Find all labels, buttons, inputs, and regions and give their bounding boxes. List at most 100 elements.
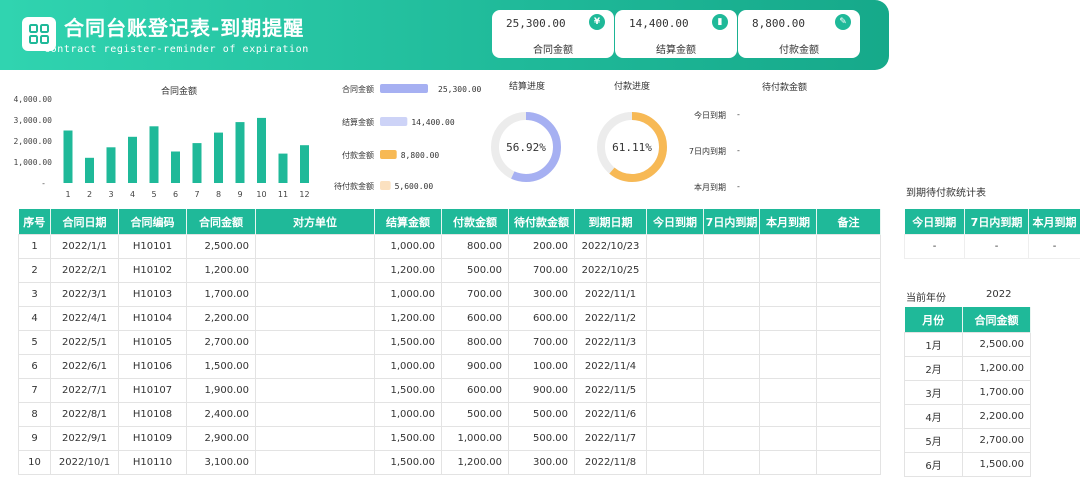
table-cell — [647, 355, 704, 379]
table-row: 3月1,700.00 — [905, 381, 1031, 405]
table-cell — [704, 259, 760, 283]
stat-cell: - — [1029, 235, 1080, 259]
table-cell: 9 — [19, 427, 51, 451]
table-row: 4月2,200.00 — [905, 405, 1031, 429]
table-cell: H10109 — [119, 427, 187, 451]
bar — [128, 137, 137, 183]
table-cell — [256, 259, 375, 283]
table-row: 22022/2/1H101021,200.001,200.00500.00700… — [19, 259, 881, 283]
hbar — [380, 84, 428, 93]
kpi-card-contract: 25,300.00 ¥ 合同金额 — [492, 10, 614, 58]
table-row: 2月1,200.00 — [905, 357, 1031, 381]
table-row: 82022/8/1H101082,400.001,000.00500.00500… — [19, 403, 881, 427]
table-cell: 2022/11/5 — [575, 379, 647, 403]
table-cell: H10104 — [119, 307, 187, 331]
x-tick-label: 7 — [194, 190, 199, 199]
table-cell — [760, 283, 817, 307]
kpi-value: 25,300.00 — [506, 17, 566, 30]
table-cell: H10102 — [119, 259, 187, 283]
kpi-label: 付款金额 — [738, 41, 860, 56]
bar — [214, 133, 223, 183]
table-cell — [817, 451, 881, 475]
payment-progress-title: 付款进度 — [614, 79, 650, 92]
table-cell: 2,900.00 — [187, 427, 256, 451]
bar — [64, 131, 73, 184]
table-cell: 300.00 — [509, 451, 575, 475]
table-cell: 1,700.00 — [963, 381, 1031, 405]
table-cell: 700.00 — [442, 283, 509, 307]
table-cell: 1,500.00 — [375, 379, 442, 403]
col-header: 对方单位 — [256, 209, 375, 235]
amount-hbar-chart: 合同金额25,300.00结算金额14,400.00付款金额8,800.00待付… — [320, 80, 495, 195]
table-cell — [817, 331, 881, 355]
table-cell — [256, 307, 375, 331]
table-cell: 3 — [19, 283, 51, 307]
hbar-value-label: 8,800.00 — [401, 151, 440, 160]
table-row: 102022/10/1H101103,100.001,500.001,200.0… — [19, 451, 881, 475]
table-cell: 1,200.00 — [442, 451, 509, 475]
hbar-category-label: 付款金额 — [342, 150, 374, 160]
table-cell — [817, 283, 881, 307]
bar — [300, 145, 309, 183]
pending-label-month: 本月到期 — [656, 182, 726, 193]
table-cell: 1,500.00 — [375, 451, 442, 475]
x-tick-label: 2 — [87, 190, 92, 199]
settlement-progress-donut: 56.92% — [486, 110, 566, 190]
hbar-value-label: 25,300.00 — [438, 85, 482, 94]
hbar-category-label: 待付款金额 — [334, 181, 374, 191]
table-cell: H10106 — [119, 355, 187, 379]
hbar — [380, 150, 397, 159]
hbar-category-label: 结算金额 — [342, 117, 374, 127]
bar — [257, 118, 266, 183]
table-cell: 900.00 — [509, 379, 575, 403]
table-cell: 600.00 — [442, 307, 509, 331]
table-cell: 800.00 — [442, 331, 509, 355]
table-cell: 2022/7/1 — [51, 379, 119, 403]
x-tick-label: 1 — [65, 190, 70, 199]
table-cell: 1,200.00 — [375, 307, 442, 331]
table-cell: 2022/11/6 — [575, 403, 647, 427]
bar — [171, 152, 180, 184]
x-tick-label: 8 — [216, 190, 221, 199]
contract-table: 序号合同日期合同编码合同金额对方单位结算金额付款金额待付款金额到期日期今日到期7… — [18, 209, 881, 475]
table-cell — [817, 307, 881, 331]
table-cell: 1,700.00 — [187, 283, 256, 307]
table-cell: 2 — [19, 259, 51, 283]
table-row: 42022/4/1H101042,200.001,200.00600.00600… — [19, 307, 881, 331]
hbar-value-label: 5,600.00 — [395, 182, 434, 191]
table-cell — [704, 403, 760, 427]
table-cell — [760, 451, 817, 475]
bar — [279, 154, 288, 183]
table-cell: 500.00 — [509, 427, 575, 451]
table-cell: 5月 — [905, 429, 963, 453]
settlement-progress-title: 结算进度 — [509, 79, 545, 92]
table-row: 72022/7/1H101071,900.001,500.00600.00900… — [19, 379, 881, 403]
table-cell: H10108 — [119, 403, 187, 427]
table-cell: 600.00 — [442, 379, 509, 403]
table-cell: H10107 — [119, 379, 187, 403]
table-cell — [256, 331, 375, 355]
bar-chart-icon: ▮ — [712, 14, 728, 30]
col-header: 本月到期 — [760, 209, 817, 235]
col-header: 待付款金额 — [509, 209, 575, 235]
table-row: 5月2,700.00 — [905, 429, 1031, 453]
table-cell — [760, 403, 817, 427]
table-cell: 3月 — [905, 381, 963, 405]
table-row: 32022/3/1H101031,700.001,000.00700.00300… — [19, 283, 881, 307]
col-header: 合同金额 — [963, 307, 1031, 333]
table-cell: 700.00 — [509, 259, 575, 283]
page-subtitle: contract register-reminder of expiration — [44, 44, 309, 55]
table-cell — [647, 451, 704, 475]
table-cell: 1,500.00 — [375, 427, 442, 451]
table-cell — [256, 355, 375, 379]
table-cell: 2022/11/4 — [575, 355, 647, 379]
table-row: 12022/1/1H101012,500.001,000.00800.00200… — [19, 235, 881, 259]
stat-cell: - — [905, 235, 965, 259]
table-cell — [817, 403, 881, 427]
table-cell: H10101 — [119, 235, 187, 259]
table-cell — [256, 427, 375, 451]
table-cell: 2月 — [905, 357, 963, 381]
kpi-card-settlement: 14,400.00 ▮ 结算金额 — [615, 10, 737, 58]
hbar — [380, 117, 407, 126]
monthly-bar-chart: 4,000.003,000.002,000.001,000.00-1234567… — [0, 92, 330, 204]
